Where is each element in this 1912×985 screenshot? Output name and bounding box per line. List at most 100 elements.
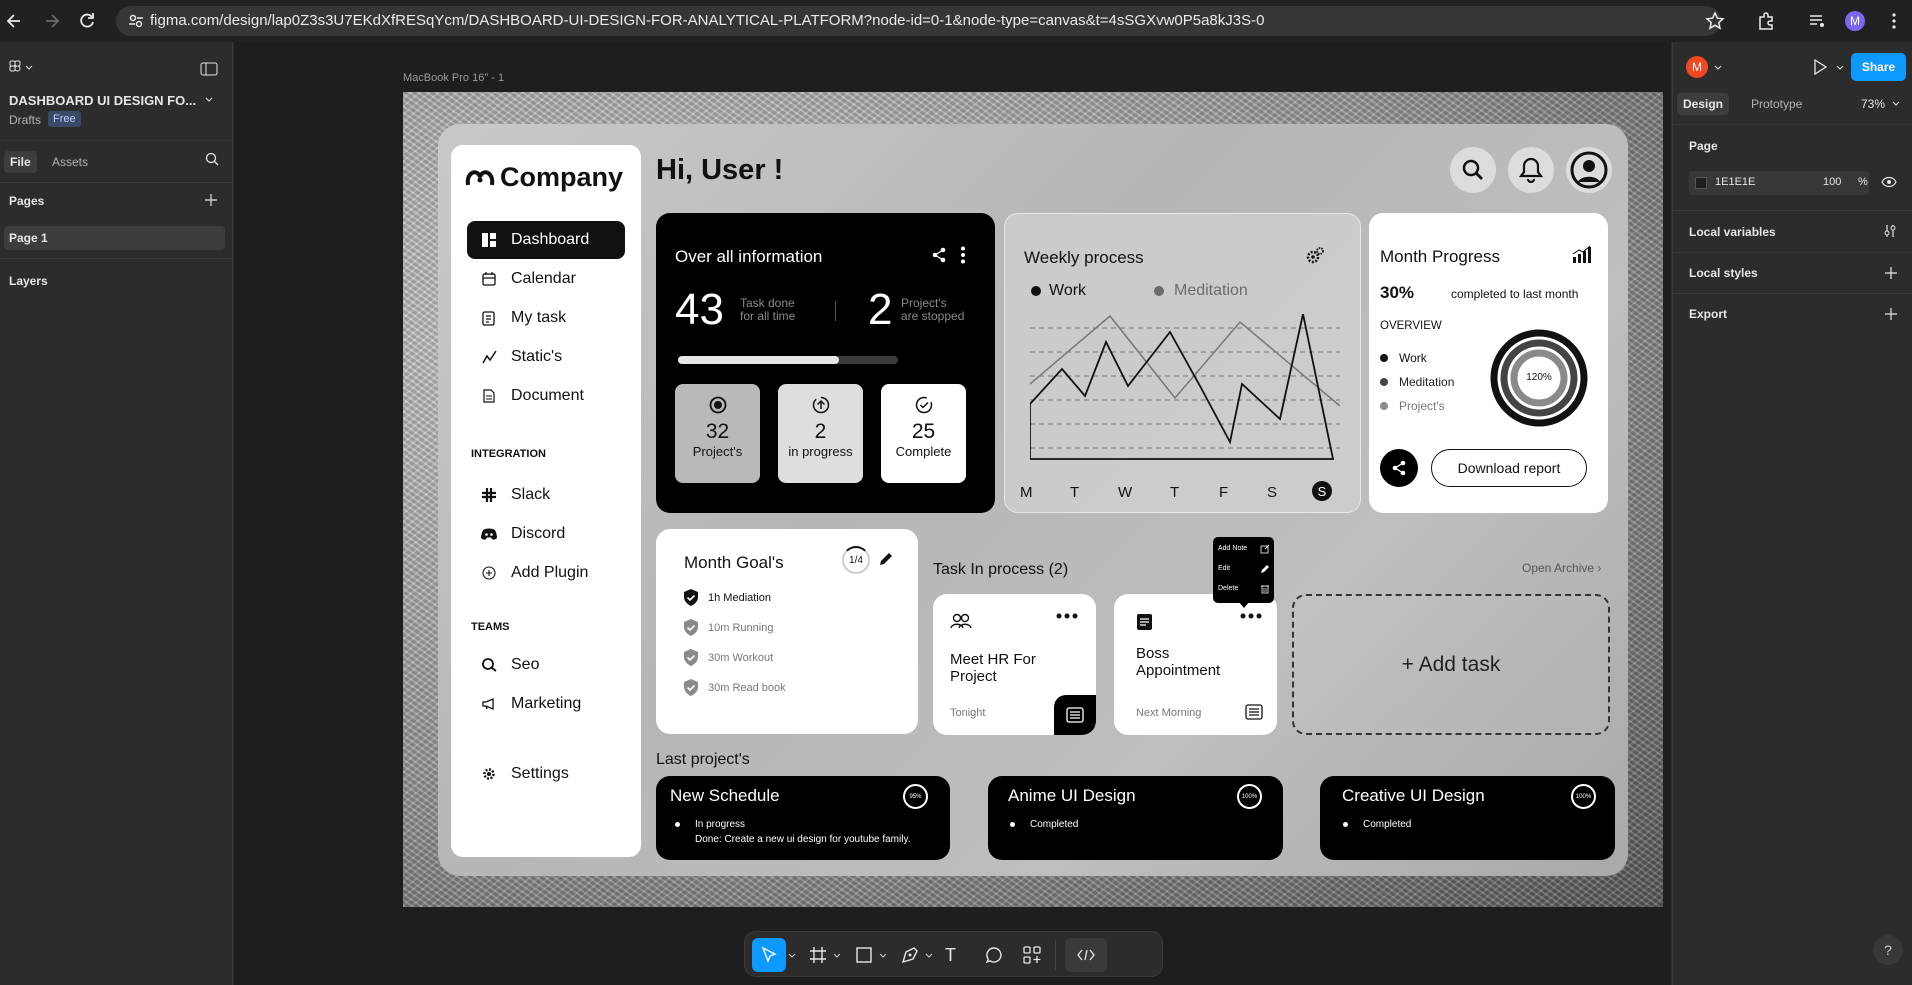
stat-in-progress[interactable]: 2 in progress — [778, 384, 863, 483]
stat-complete[interactable]: 25 Complete — [881, 384, 966, 483]
chevron-down-icon[interactable] — [788, 951, 796, 959]
more-horizontal-icon[interactable] — [1240, 613, 1262, 619]
more-horizontal-icon[interactable] — [1056, 613, 1078, 619]
pencil-icon[interactable] — [1260, 564, 1270, 574]
local-styles[interactable]: Local styles — [1689, 266, 1758, 280]
resources-tool-icon[interactable] — [1023, 946, 1041, 964]
chevron-down-icon[interactable] — [1835, 62, 1845, 72]
tab-prototype[interactable]: Prototype — [1751, 97, 1802, 111]
design-frame[interactable]: Company Dashboard Calendar My task Stati… — [403, 92, 1663, 907]
menu-edit[interactable]: Edit — [1218, 565, 1230, 572]
text-tool-icon[interactable]: T — [945, 945, 956, 966]
signal-bars-icon[interactable] — [1572, 245, 1592, 263]
add-page-icon[interactable] — [205, 194, 217, 206]
nav-calendar[interactable]: Calendar — [467, 260, 625, 298]
add-style-icon[interactable] — [1885, 267, 1897, 279]
nav-seo[interactable]: Seo — [467, 646, 625, 684]
collaborator-avatar[interactable]: M — [1686, 56, 1708, 78]
export[interactable]: Export — [1689, 307, 1727, 321]
zoom-level[interactable]: 73% — [1861, 97, 1885, 111]
nav-add-plugin[interactable]: Add Plugin — [467, 554, 625, 592]
more-vertical-icon[interactable] — [960, 246, 966, 264]
visibility-eye-icon[interactable] — [1881, 176, 1897, 188]
menu-delete[interactable]: Delete — [1218, 585, 1238, 592]
chevron-down-icon[interactable] — [1713, 62, 1723, 72]
nav-statics[interactable]: Static's — [467, 338, 625, 376]
reload-icon[interactable] — [77, 11, 97, 31]
file-title[interactable]: DASHBOARD UI DESIGN FO... — [9, 93, 196, 108]
nav-document[interactable]: Document — [467, 377, 625, 415]
drafts-label[interactable]: Drafts — [9, 113, 41, 127]
profile-button[interactable] — [1566, 147, 1612, 193]
local-variables[interactable]: Local variables — [1689, 225, 1776, 239]
figma-menu-icon[interactable] — [9, 60, 35, 76]
task-card[interactable]: Boss Appointment Next Morning — [1114, 594, 1277, 735]
notifications-button[interactable] — [1508, 147, 1554, 193]
day-label-active[interactable]: S — [1312, 481, 1332, 501]
share-button[interactable] — [1380, 449, 1418, 487]
tab-assets[interactable]: Assets — [52, 155, 88, 169]
search-button[interactable] — [1450, 147, 1496, 193]
settings-gears-icon[interactable] — [1305, 246, 1325, 266]
share-icon[interactable] — [931, 247, 947, 263]
help-button[interactable]: ? — [1873, 935, 1903, 965]
rectangle-tool-icon[interactable] — [855, 946, 873, 964]
goal-item[interactable]: 1h Mediation — [683, 589, 883, 609]
move-tool-button[interactable] — [752, 938, 786, 972]
site-settings-icon[interactable] — [126, 11, 146, 31]
page-1-item[interactable]: Page 1 — [9, 231, 48, 245]
profile-avatar[interactable]: M — [1845, 11, 1865, 31]
goal-item[interactable]: 30m Workout — [683, 649, 883, 669]
color-swatch[interactable] — [1695, 177, 1707, 189]
nav-discord[interactable]: Discord — [467, 515, 625, 553]
bg-color-value[interactable]: 1E1E1E — [1715, 176, 1755, 188]
goal-item[interactable]: 30m Read book — [683, 679, 883, 699]
bookmark-star-icon[interactable] — [1705, 11, 1725, 31]
task-details-button[interactable] — [1054, 695, 1096, 735]
dev-mode-toggle[interactable] — [1065, 938, 1107, 972]
extensions-icon[interactable] — [1756, 11, 1776, 31]
chevron-down-icon[interactable] — [833, 951, 841, 959]
chevron-down-icon[interactable] — [925, 951, 933, 959]
search-icon[interactable] — [205, 152, 219, 166]
nav-my-task[interactable]: My task — [467, 299, 625, 337]
chevron-down-icon[interactable] — [204, 94, 214, 104]
add-export-icon[interactable] — [1885, 308, 1897, 320]
chevron-down-icon[interactable] — [1891, 98, 1901, 108]
bg-opacity-value[interactable]: 100 — [1823, 176, 1841, 188]
chevron-down-icon[interactable] — [879, 951, 887, 959]
menu-add-note[interactable]: Add Note — [1218, 545, 1247, 552]
toggle-sidebar-icon[interactable] — [200, 62, 218, 76]
tab-design[interactable]: Design — [1677, 93, 1730, 115]
share-button[interactable]: Share — [1851, 53, 1906, 81]
stat-projects[interactable]: 32 Project's — [675, 384, 760, 483]
project-card[interactable]: Anime UI Design 100% Completed — [988, 776, 1283, 860]
trash-icon[interactable] — [1260, 584, 1270, 594]
download-report-button[interactable]: Download report — [1431, 449, 1587, 487]
nav-settings[interactable]: Settings — [467, 755, 625, 793]
pen-tool-icon[interactable] — [901, 946, 919, 964]
nav-dashboard[interactable]: Dashboard — [467, 221, 625, 259]
goal-item[interactable]: 10m Running — [683, 619, 883, 639]
present-play-icon[interactable] — [1813, 59, 1827, 75]
nav-marketing[interactable]: Marketing — [467, 685, 625, 723]
more-vertical-icon[interactable] — [1884, 11, 1904, 31]
media-control-icon[interactable] — [1807, 11, 1827, 31]
nav-slack[interactable]: Slack — [467, 476, 625, 514]
variables-sliders-icon[interactable] — [1883, 224, 1897, 238]
open-archive-link[interactable]: Open Archive › — [1522, 561, 1601, 575]
back-icon[interactable] — [4, 11, 24, 31]
tab-file[interactable]: File — [4, 151, 37, 173]
project-card[interactable]: Creative UI Design 100% Completed — [1320, 776, 1615, 860]
comment-tool-icon[interactable] — [985, 946, 1003, 964]
url-text[interactable]: figma.com/design/lap0Z3s3U7EKdXfRESqYcm/… — [150, 12, 1264, 29]
edit-pencil-icon[interactable] — [878, 551, 894, 567]
edit-note-icon[interactable] — [1260, 544, 1270, 554]
forward-icon[interactable] — [42, 11, 62, 31]
frame-label[interactable]: MacBook Pro 16" - 1 — [403, 72, 504, 84]
frame-tool-icon[interactable] — [809, 946, 827, 964]
notes-icon[interactable] — [1245, 704, 1263, 720]
add-task-button[interactable]: + Add task — [1292, 594, 1610, 735]
project-card[interactable]: New Schedule 95% In progress Done: Creat… — [656, 776, 950, 860]
task-card[interactable]: Meet HR For Project Tonight — [933, 594, 1096, 735]
